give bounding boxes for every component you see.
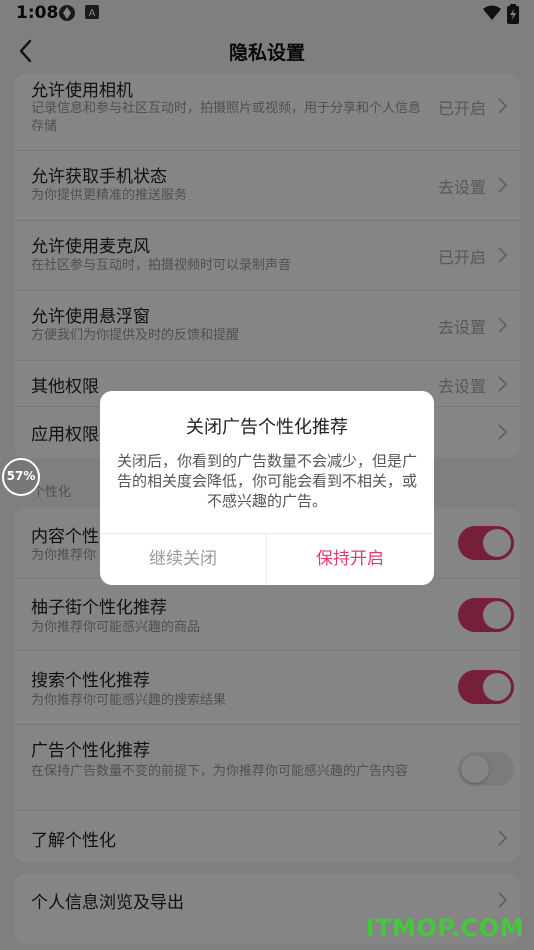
keep-on-button[interactable]: 保持开启 [267,534,433,585]
dialog-message: 关闭后，你看到的广告数量不会减少，但是广告的相关度会降低，你可能会看到不相关，或… [116,452,417,510]
dialog-title: 关闭广告个性化推荐 [186,417,348,438]
continue-close-button[interactable]: 继续关闭 [100,534,267,585]
progress-badge[interactable]: 57% [2,458,40,496]
dialog-buttons: 继续关闭 保持开启 [100,533,434,585]
watermark: ITMOP.COM [365,914,524,942]
progress-badge-text: 57% [6,469,36,483]
confirm-dialog: 关闭广告个性化推荐 关闭后，你看到的广告数量不会减少，但是广告的相关度会降低，你… [100,391,434,585]
